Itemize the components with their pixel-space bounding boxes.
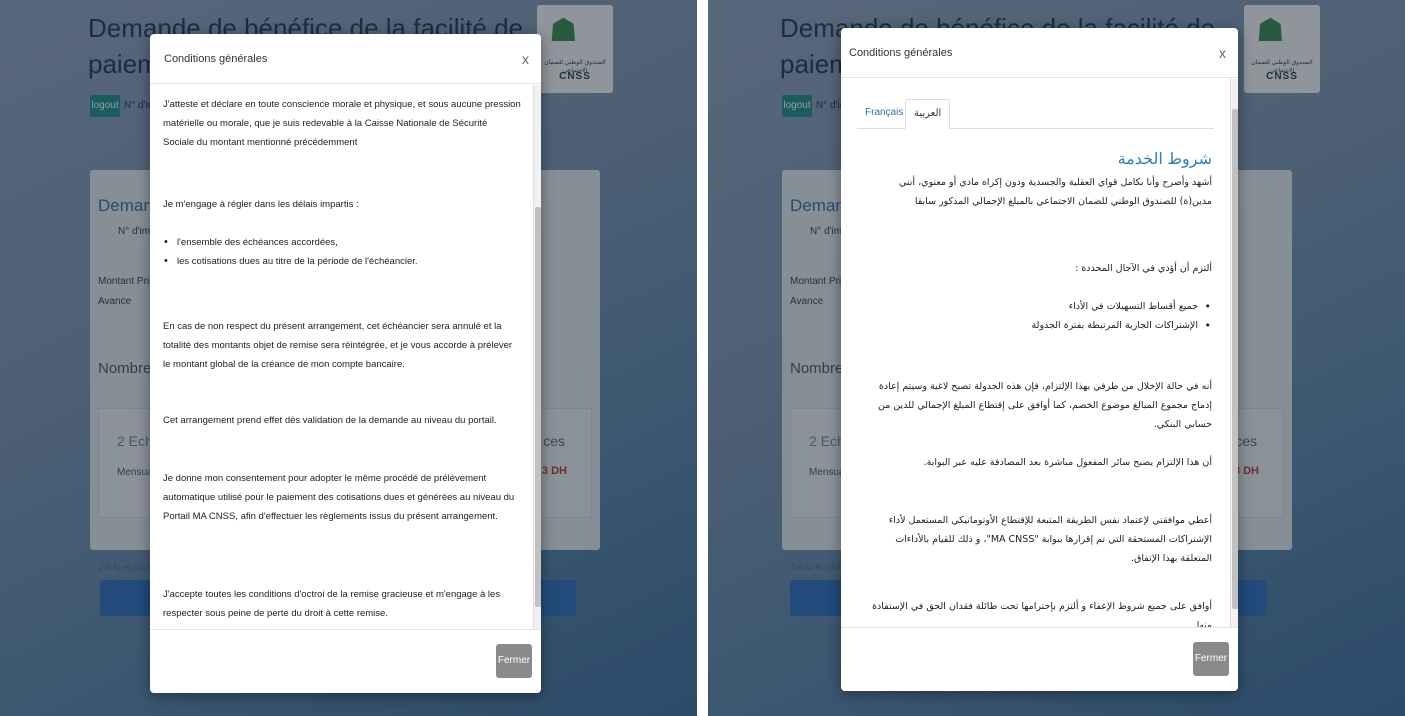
condition-paragraph: Cet arrangement prend effet dès validati… — [163, 415, 497, 426]
language-tabs: Français العربية — [857, 95, 1214, 129]
condition-list: l'ensemble des échéances accordées, les … — [163, 233, 521, 271]
scrollbar-thumb[interactable] — [1232, 109, 1238, 609]
condition-paragraph: J'accepte toutes les conditions d'octroi… — [163, 589, 501, 619]
conditions-modal-arabic: Conditions générales x Français العربية … — [841, 28, 1238, 691]
fermer-button[interactable]: Fermer — [496, 644, 532, 678]
scrollbar-thumb[interactable] — [535, 207, 541, 607]
tab-francais[interactable]: Français — [857, 99, 911, 129]
condition-paragraph: Je m'engage à régler dans les délais imp… — [163, 199, 359, 210]
condition-paragraph: J'atteste et déclare en toute conscience… — [163, 99, 521, 148]
condition-paragraph: أوافق على جميع شروط الإعفاء و ألتزم بإحت… — [872, 601, 1212, 627]
close-icon[interactable]: x — [522, 51, 529, 67]
left-screenshot-panel: Demande de bénéfice de la facilité de pa… — [0, 0, 697, 716]
modal-footer: Fermer — [841, 627, 1238, 691]
modal-scrollbar[interactable] — [533, 85, 541, 629]
right-screenshot-panel: Demande de bénéfice de la facilité de pa… — [708, 0, 1405, 716]
modal-footer: Fermer — [150, 629, 541, 693]
condition-list: جميع أقساط التسهيلات في الأداء الإشتراكا… — [868, 297, 1212, 335]
condition-paragraph: En cas de non respect du présent arrange… — [163, 321, 513, 370]
conditions-modal-french: Conditions générales x J'atteste et décl… — [150, 34, 541, 693]
condition-paragraph: أعطي موافقتي لإعتماد نفس الطريقة المتبعة… — [888, 515, 1212, 564]
list-item: l'ensemble des échéances accordées, — [163, 233, 521, 252]
terms-heading: شروط الخدمة — [1117, 151, 1212, 168]
modal-header: Conditions générales x — [841, 28, 1238, 78]
condition-paragraph: ألتزم أن أؤدي في الآجال المحددة : — [1075, 263, 1212, 274]
condition-paragraph: Je donne mon consentement pour adopter l… — [163, 473, 515, 522]
condition-paragraph: أنه في حالة الإخلال من طرفي بهذا الإلتزا… — [877, 381, 1212, 430]
modal-title: Conditions générales — [849, 47, 953, 59]
list-item: الإشتراكات الجارية المرتبطة بفترة الجدول… — [868, 316, 1212, 335]
list-item: les cotisations dues au titre de la péri… — [163, 252, 521, 271]
condition-paragraph: أشهد وأصرح وأنا بكامل قواي العقلية والجس… — [898, 177, 1212, 207]
modal-title: Conditions générales — [164, 53, 268, 65]
modal-header: Conditions générales x — [150, 34, 541, 84]
condition-paragraph: أن هذا الإلتزام يصبح سائر المفعول مباشرة… — [923, 457, 1212, 468]
modal-scrollbar[interactable] — [1230, 79, 1238, 627]
close-icon[interactable]: x — [1219, 45, 1226, 61]
tab-arabic[interactable]: العربية — [905, 99, 951, 129]
fermer-button[interactable]: Fermer — [1193, 642, 1229, 676]
list-item: جميع أقساط التسهيلات في الأداء — [868, 297, 1212, 316]
modal-body: Français العربية شروط الخدمة أشهد وأصرح … — [841, 79, 1238, 627]
modal-body: J'atteste et déclare en toute conscience… — [150, 85, 541, 629]
